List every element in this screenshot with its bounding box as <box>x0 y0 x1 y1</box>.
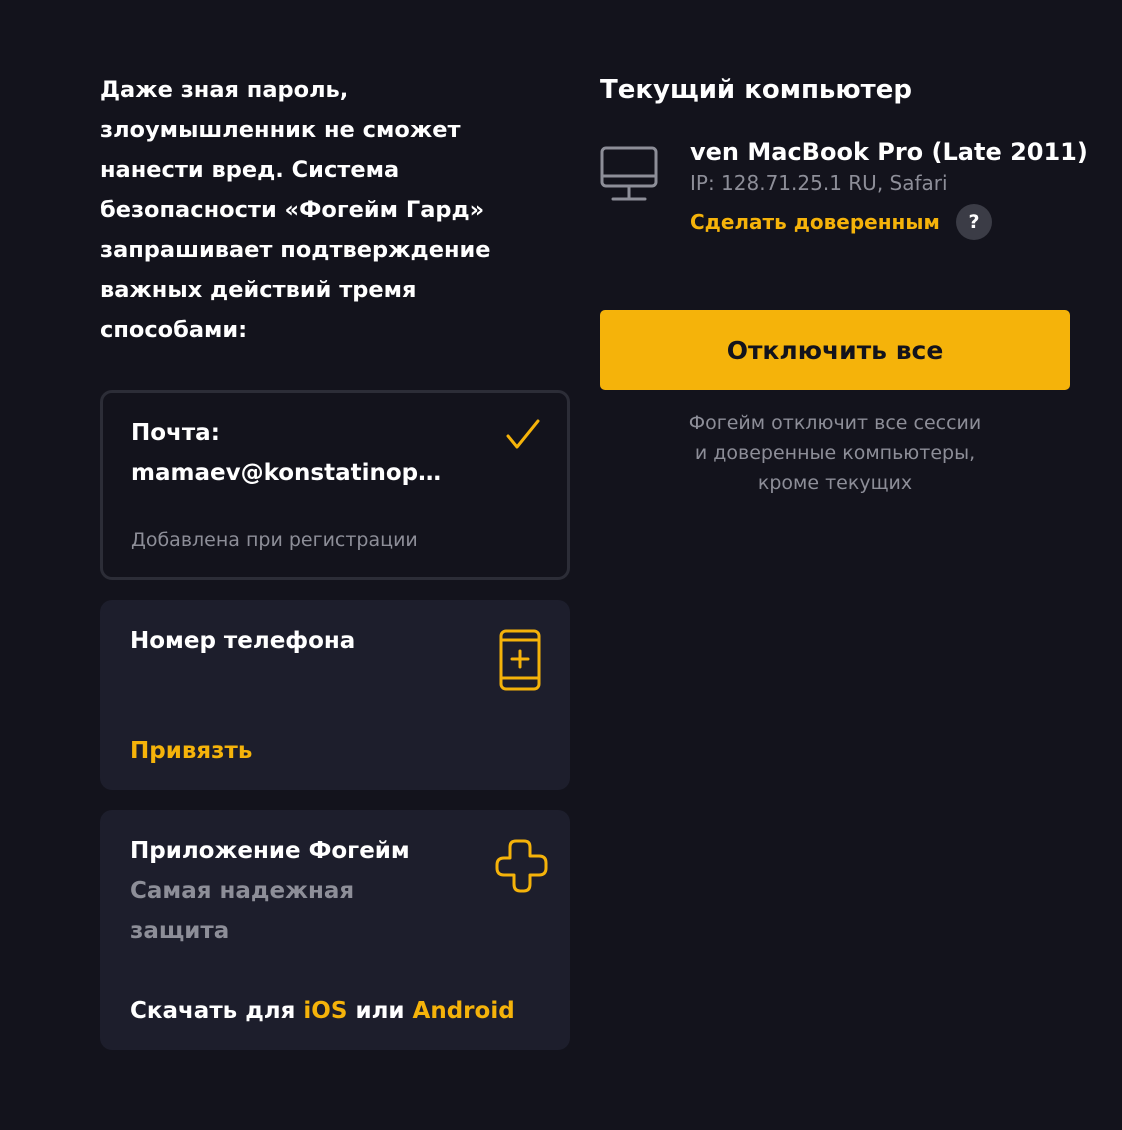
device-name: ven MacBook Pro (Late 2011) <box>690 138 1088 166</box>
mail-address: mamaev@konstatinop… <box>131 460 442 486</box>
phone-method-card: Номер телефона Привязть <box>100 600 570 790</box>
app-subtitle: Самая надежная защита <box>130 878 355 944</box>
mail-title: Почта: <box>131 420 220 446</box>
android-download-link[interactable]: Android <box>413 998 515 1024</box>
make-trusted-link[interactable]: Сделать доверенным <box>690 204 940 240</box>
check-icon <box>506 419 540 449</box>
phone-title: Номер телефона <box>130 628 356 654</box>
mail-added-note: Добавлена при регистрации <box>131 529 418 551</box>
device-ip: IP: 128.71.25.1 RU, Safari <box>690 171 948 195</box>
intro-text: Даже зная пароль, злоумышленник не сможе… <box>100 77 491 343</box>
ios-download-link[interactable]: iOS <box>303 998 347 1024</box>
app-method-card: Приложение Фогейм Самая надежная защита … <box>100 810 570 1050</box>
current-computer-title: Текущий компьютер <box>600 75 912 105</box>
download-prefix: Скачать для <box>130 998 296 1024</box>
phone-plus-icon <box>499 629 541 691</box>
monitor-icon <box>600 146 658 201</box>
help-button[interactable]: ? <box>956 204 992 240</box>
disconnect-note: Фогейм отключит все сессии и доверенные … <box>688 412 982 494</box>
disconnect-all-button[interactable]: Отключить все <box>600 310 1070 390</box>
security-methods-column: Даже зная пароль, злоумышленник не сможе… <box>100 70 570 1050</box>
bind-phone-link[interactable]: Привязть <box>130 731 252 771</box>
plus-outline-icon <box>495 839 548 893</box>
download-or: или <box>355 998 405 1024</box>
app-download-line: Скачать для iOS или Android <box>130 991 515 1031</box>
current-computer-column: Текущий компьютер ven MacBook Pro (Late … <box>600 70 1088 494</box>
mail-method-card: Почта: mamaev@konstatinop… Добавлена при… <box>100 390 570 580</box>
app-title: Приложение Фогейм <box>130 838 410 864</box>
